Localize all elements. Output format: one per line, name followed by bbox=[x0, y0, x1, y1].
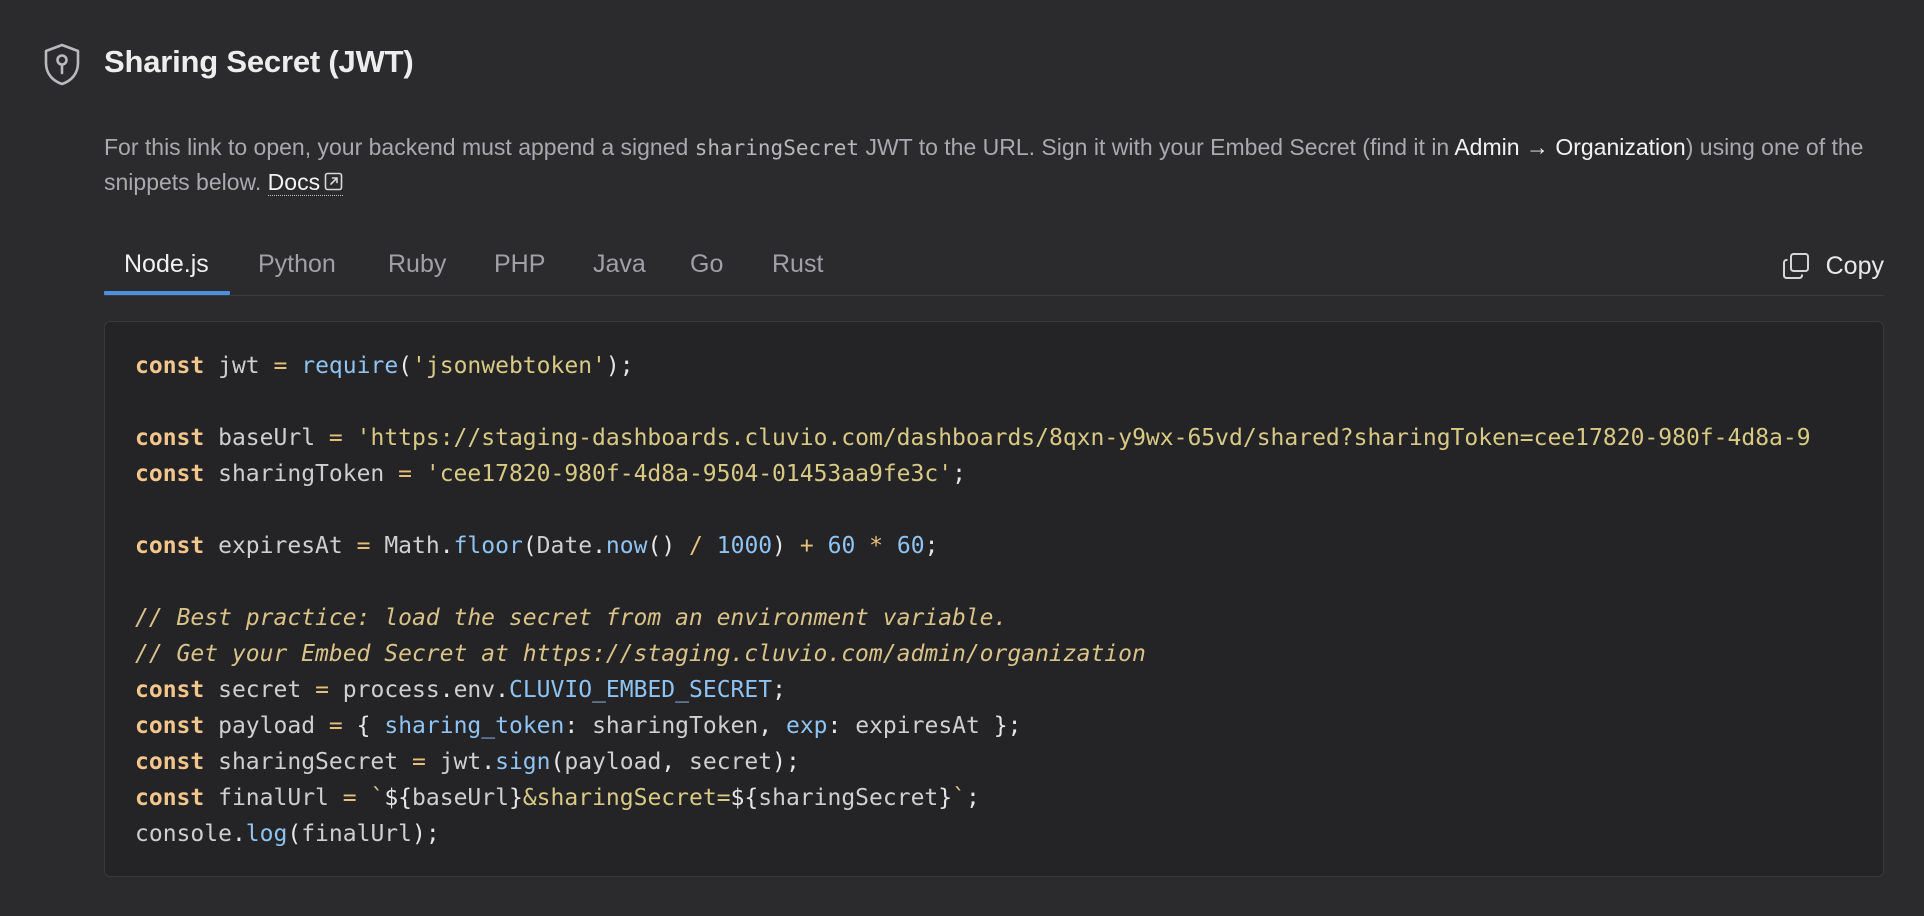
tab-rust[interactable]: Rust bbox=[772, 250, 823, 279]
tab-python[interactable]: Python bbox=[258, 250, 336, 279]
code-line: const secret = process.env.CLUVIO_EMBED_… bbox=[135, 677, 786, 703]
code-line: const expiresAt = Math.floor(Date.now() … bbox=[135, 533, 939, 559]
inline-code: sharingSecret bbox=[694, 136, 860, 160]
code-line: console.log(finalUrl); bbox=[135, 821, 440, 847]
code-line: // Best practice: load the secret from a… bbox=[135, 605, 1008, 631]
tab-go[interactable]: Go bbox=[690, 250, 723, 279]
code-content: const jwt = require('jsonwebtoken'); con… bbox=[135, 348, 1811, 852]
description-text: JWT to the URL. Sign it with your Embed … bbox=[859, 134, 1455, 160]
language-tabs: Node.js Python Ruby PHP Java Go Rust Cop… bbox=[104, 238, 1884, 296]
active-tab-indicator bbox=[104, 291, 230, 295]
code-line: const baseUrl = 'https://staging-dashboa… bbox=[135, 425, 1811, 451]
copy-icon bbox=[1782, 253, 1809, 279]
tab-php[interactable]: PHP bbox=[494, 250, 545, 279]
tab-ruby[interactable]: Ruby bbox=[388, 250, 446, 279]
code-block[interactable]: const jwt = require('jsonwebtoken'); con… bbox=[104, 321, 1884, 877]
description: For this link to open, your backend must… bbox=[104, 130, 1884, 199]
code-line: const finalUrl = `${baseUrl}&sharingSecr… bbox=[135, 785, 980, 811]
shield-key-icon bbox=[44, 43, 80, 86]
code-line: const jwt = require('jsonwebtoken'); bbox=[135, 353, 634, 379]
copy-label: Copy bbox=[1825, 251, 1884, 280]
docs-link[interactable]: Docs bbox=[267, 169, 344, 196]
tab-nodejs[interactable]: Node.js bbox=[124, 250, 209, 279]
code-line: // Get your Embed Secret at https://stag… bbox=[135, 641, 1146, 667]
admin-path: Admin → Organization bbox=[1454, 134, 1686, 160]
code-line: const sharingSecret = jwt.sign(payload, … bbox=[135, 749, 800, 775]
code-line: const payload = { sharing_token: sharing… bbox=[135, 713, 1022, 739]
copy-button[interactable]: Copy bbox=[1782, 248, 1884, 284]
page-title: Sharing Secret (JWT) bbox=[104, 44, 414, 79]
description-text: For this link to open, your backend must… bbox=[104, 134, 695, 160]
external-link-icon bbox=[324, 172, 343, 191]
tab-java[interactable]: Java bbox=[593, 250, 646, 279]
code-line: const sharingToken = 'cee17820-980f-4d8a… bbox=[135, 461, 966, 487]
